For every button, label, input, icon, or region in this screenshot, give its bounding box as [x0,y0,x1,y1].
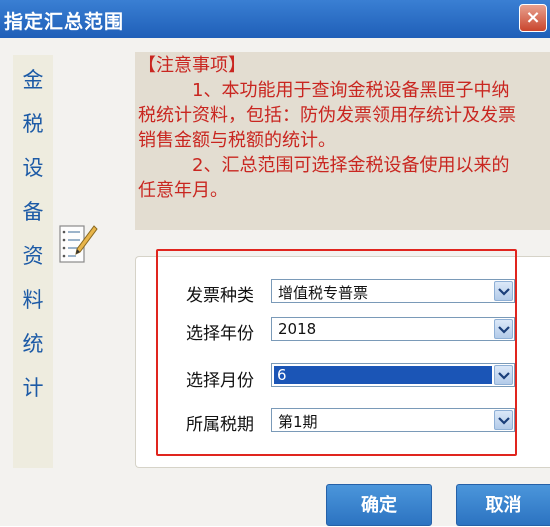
cancel-button[interactable]: 取消 [456,484,550,526]
close-icon[interactable]: × [519,4,547,32]
title-bar: 指定汇总范围 × [0,0,550,38]
side-title-char: 税 [22,112,44,136]
side-title-char: 备 [22,200,44,224]
notice-line: 任意年月。 [138,180,228,201]
notice-line: 1、本功能用于查询金税设备黑匣子中纳 [138,80,510,101]
ok-button[interactable]: 确定 [326,484,432,526]
notice-line: 销售金额与税额的统计。 [138,130,336,151]
side-title-char: 金 [22,68,44,92]
notice-line: 税统计资料，包括：防伪发票领用存统计及发票 [138,105,516,126]
side-title-char: 计 [22,376,44,400]
notice-heading: 【注意事项】 [138,55,246,76]
side-title-char: 资 [22,244,44,268]
highlight-box [156,249,517,456]
side-title-char: 料 [22,288,44,312]
side-title-char: 设 [22,156,44,180]
notice-panel: 【注意事项】 1、本功能用于查询金税设备黑匣子中纳 税统计资料，包括：防伪发票领… [135,52,550,230]
side-title-char: 统 [22,332,44,356]
side-title-panel: 金 税 设 备 资 料 统 计 [13,55,53,468]
notice-line: 2、汇总范围可选择金税设备使用以来的 [138,155,510,176]
window-title: 指定汇总范围 [4,11,125,33]
notepad-pencil-icon [58,220,98,268]
